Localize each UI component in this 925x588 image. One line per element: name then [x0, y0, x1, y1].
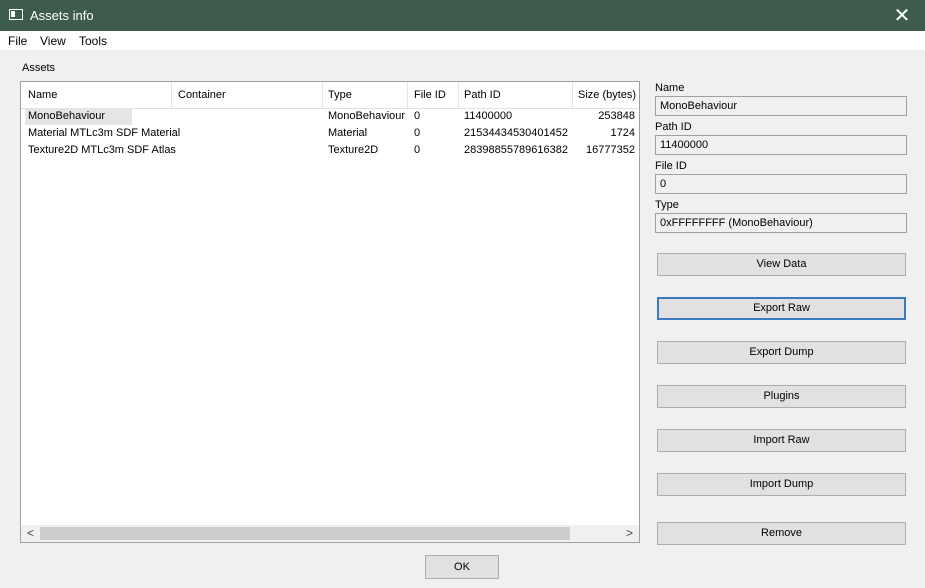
column-separator[interactable]: [171, 82, 172, 108]
name-field[interactable]: MonoBehaviour: [655, 96, 907, 116]
table-row[interactable]: MonoBehaviour MonoBehaviour 0 11400000 2…: [21, 108, 639, 125]
cell-file-id: 0: [414, 127, 421, 139]
file-id-label: File ID: [655, 160, 687, 172]
cell-name: Texture2D MTLc3m SDF Atlas: [28, 144, 176, 156]
column-separator[interactable]: [458, 82, 459, 108]
scroll-left-icon[interactable]: <: [22, 526, 39, 541]
menu-view[interactable]: View: [40, 34, 66, 48]
menu-tools[interactable]: Tools: [79, 34, 107, 48]
column-header-type[interactable]: Type: [328, 89, 352, 101]
ok-button[interactable]: OK: [425, 555, 499, 579]
column-separator[interactable]: [572, 82, 573, 108]
column-header-name[interactable]: Name: [28, 89, 57, 101]
column-header-container[interactable]: Container: [178, 89, 226, 101]
scrollbar-thumb[interactable]: [40, 527, 570, 540]
table-header: Name Container Type File ID Path ID Size…: [21, 82, 639, 109]
column-header-file-id[interactable]: File ID: [414, 89, 446, 101]
path-id-field[interactable]: 11400000: [655, 135, 907, 155]
plugins-button[interactable]: Plugins: [657, 385, 906, 408]
cell-name: MonoBehaviour: [28, 110, 106, 122]
path-id-label: Path ID: [655, 121, 692, 133]
column-separator[interactable]: [407, 82, 408, 108]
table-row[interactable]: Material MTLc3m SDF Material Material 0 …: [21, 125, 639, 142]
import-raw-button[interactable]: Import Raw: [657, 429, 906, 452]
cell-path-id: 21534434530401452: [464, 127, 569, 139]
cell-path-id: 11400000: [464, 110, 513, 122]
assets-table[interactable]: Name Container Type File ID Path ID Size…: [20, 81, 640, 543]
remove-button[interactable]: Remove: [657, 522, 906, 545]
type-label: Type: [655, 199, 679, 211]
import-dump-button[interactable]: Import Dump: [657, 473, 906, 496]
close-icon: ✕: [893, 5, 911, 27]
menu-bar: File View Tools: [0, 31, 925, 50]
type-field[interactable]: 0xFFFFFFFF (MonoBehaviour): [655, 213, 907, 233]
column-separator[interactable]: [322, 82, 323, 108]
file-id-field[interactable]: 0: [655, 174, 907, 194]
table-row[interactable]: Texture2D MTLc3m SDF Atlas Texture2D 0 2…: [21, 142, 639, 159]
cell-name: Material MTLc3m SDF Material: [28, 127, 181, 139]
horizontal-scrollbar[interactable]: < >: [21, 525, 639, 542]
column-header-path-id[interactable]: Path ID: [464, 89, 501, 101]
assets-group-label: Assets: [22, 62, 56, 74]
cell-path-id: 28398855789616382: [464, 144, 569, 156]
scroll-right-icon[interactable]: >: [621, 526, 638, 541]
cell-type: MonoBehaviour: [328, 110, 406, 122]
cell-size: 253848: [598, 110, 635, 122]
cell-file-id: 0: [414, 110, 421, 122]
cell-size: 16777352: [586, 144, 635, 156]
cell-file-id: 0: [414, 144, 421, 156]
column-header-size[interactable]: Size (bytes): [578, 89, 636, 101]
app-window-icon: [9, 9, 23, 20]
menu-file[interactable]: File: [8, 34, 27, 48]
cell-type: Texture2D: [328, 144, 379, 156]
window-title: Assets info: [30, 8, 94, 23]
cell-type: Material: [328, 127, 368, 139]
export-raw-button[interactable]: Export Raw: [657, 297, 906, 320]
cell-size: 1724: [610, 127, 635, 139]
title-bar: Assets info ✕: [0, 0, 925, 31]
view-data-button[interactable]: View Data: [657, 253, 906, 276]
name-label: Name: [655, 82, 685, 94]
close-button[interactable]: ✕: [879, 0, 925, 31]
export-dump-button[interactable]: Export Dump: [657, 341, 906, 364]
